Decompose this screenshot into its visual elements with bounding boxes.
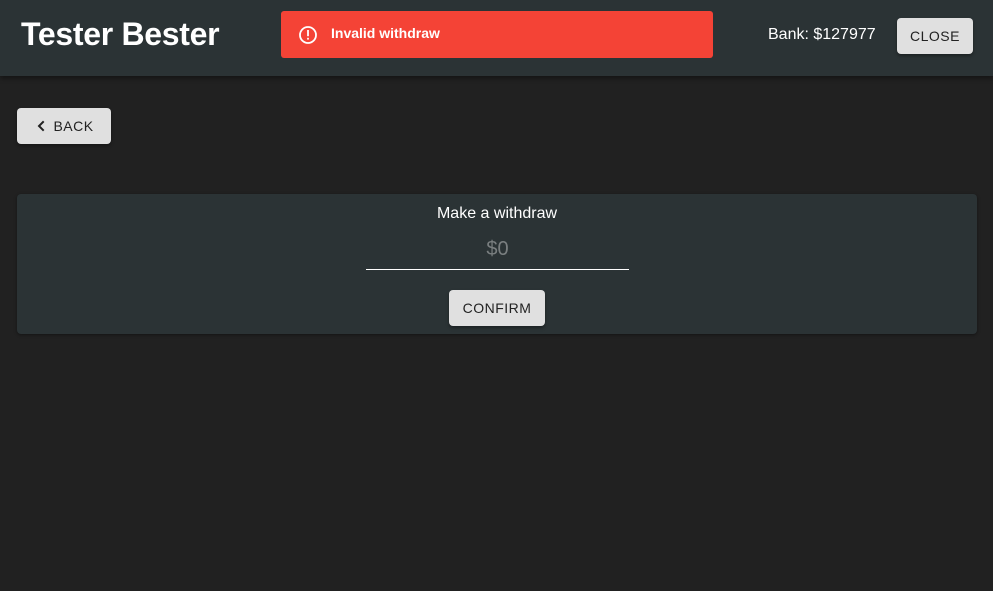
close-button[interactable]: CLOSE	[897, 18, 973, 54]
app-title: Tester Bester	[21, 16, 220, 52]
alert-message: Invalid withdraw	[331, 25, 440, 41]
app-header: Tester Bester Invalid withdraw Bank: $12…	[0, 0, 993, 76]
back-button-label: BACK	[53, 118, 94, 134]
withdraw-card: Make a withdraw CONFIRM	[17, 194, 977, 334]
amount-input[interactable]	[366, 230, 629, 270]
alert-circle-icon	[298, 25, 318, 45]
chevron-left-icon	[34, 119, 48, 133]
bank-balance: Bank: $127977	[768, 26, 876, 43]
back-button[interactable]: BACK	[17, 108, 111, 144]
close-button-label: CLOSE	[910, 28, 960, 44]
confirm-button[interactable]: CONFIRM	[449, 290, 545, 326]
withdraw-title: Make a withdraw	[436, 205, 558, 222]
error-alert: Invalid withdraw	[281, 11, 713, 58]
confirm-button-label: CONFIRM	[462, 300, 532, 316]
